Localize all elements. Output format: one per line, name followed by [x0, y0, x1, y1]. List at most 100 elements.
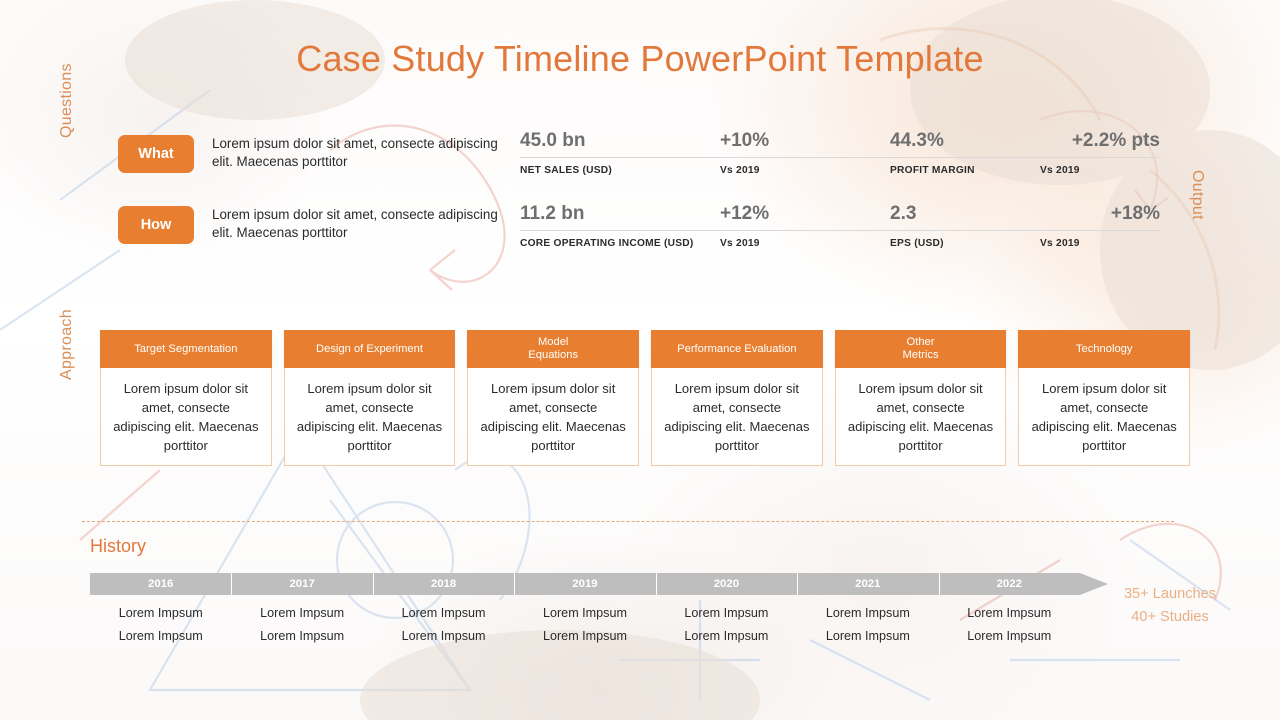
approach-card-body: Lorem ipsum dolor sit amet, consecte adi… — [834, 368, 1007, 466]
approach-card-body: Lorem ipsum dolor sit amet, consecte adi… — [651, 368, 823, 466]
metric-rule — [1040, 157, 1160, 158]
approach-card-header-line1: Other — [906, 336, 935, 348]
timeline-column-2019: Lorem Impsum Lorem Impsum — [514, 602, 655, 648]
timeline-item: Lorem Impsum — [118, 629, 203, 643]
metric-value: +12% — [720, 203, 770, 224]
approach-card-body: Lorem ipsum dolor sit amet, consecte adi… — [467, 368, 640, 466]
approach-card-body: Lorem ipsum dolor sit amet, consecte adi… — [283, 368, 456, 466]
timeline-column-2020: Lorem Impsum Lorem Impsum — [656, 602, 797, 648]
history-timeline-bar: 2016 2017 2018 2019 2020 2021 2022 — [90, 573, 1108, 595]
timeline-item: Lorem Impsum — [967, 629, 1052, 643]
timeline-item: Lorem Impsum — [401, 606, 486, 620]
approach-card-header: Performance Evaluation — [651, 330, 823, 368]
metric-value: 44.3% — [890, 130, 944, 151]
approach-card-design-of-experiment[interactable]: Design of Experiment Lorem ipsum dolor s… — [283, 330, 456, 466]
stat-launches: 35+ Launches — [1123, 586, 1217, 602]
history-timeline-items: Lorem Impsum Lorem Impsum Lorem Impsum L… — [90, 602, 1080, 648]
metric-label: EPS (USD) — [890, 238, 944, 249]
metric-rule — [890, 230, 1040, 231]
timeline-item: Lorem Impsum — [684, 629, 769, 643]
approach-card-body: Lorem ipsum dolor sit amet, consecte adi… — [1018, 368, 1191, 466]
metric-net-sales: 45.0 bn NET SALES (USD) — [520, 130, 720, 177]
metric-rule — [520, 157, 720, 158]
timeline-item: Lorem Impsum — [542, 629, 627, 643]
stat-studies: 40+ Studies — [1131, 609, 1209, 625]
metric-core-operating-income-delta: +12% Vs 2019 — [720, 203, 890, 250]
approach-card-header: Target Segmentation — [100, 330, 272, 368]
timeline-year-2020[interactable]: 2020 — [655, 573, 798, 595]
metric-label: CORE OPERATING INCOME (USD) — [520, 238, 694, 249]
timeline-column-2016: Lorem Impsum Lorem Impsum — [90, 602, 231, 648]
approach-card-header-line1: Performance Evaluation — [677, 342, 797, 355]
timeline-item: Lorem Impsum — [684, 606, 769, 620]
question-pill-what[interactable]: What — [118, 135, 194, 173]
metric-value: +2.2% pts — [1071, 130, 1160, 151]
timeline-year-2019[interactable]: 2019 — [514, 573, 656, 595]
output-metrics: 45.0 bn NET SALES (USD) +10% Vs 2019 44.… — [520, 130, 1160, 276]
metric-label: NET SALES (USD) — [520, 165, 613, 176]
timeline-column-2017: Lorem Impsum Lorem Impsum — [231, 602, 372, 648]
metric-profit-margin: 44.3% PROFIT MARGIN — [890, 130, 1040, 177]
timeline-year-2018[interactable]: 2018 — [372, 573, 515, 595]
metric-eps-delta: +18% Vs 2019 — [1040, 203, 1160, 250]
approach-card-model-equations[interactable]: Model Equations Lorem ipsum dolor sit am… — [467, 330, 640, 466]
approach-card-header: Other Metrics — [834, 330, 1007, 368]
metric-value: 11.2 bn — [520, 203, 585, 224]
metric-label: Vs 2019 — [1040, 238, 1080, 249]
timeline-year-2016[interactable]: 2016 — [90, 573, 232, 595]
history-summary-stats: 35+ Launches 40+ Studies — [1090, 583, 1250, 629]
timeline-year-2022[interactable]: 2022 — [938, 573, 1080, 595]
approach-card-body: Lorem ipsum dolor sit amet, consecte adi… — [100, 368, 272, 466]
section-label-output: Output — [1189, 170, 1206, 220]
history-heading: History — [90, 536, 147, 556]
metric-rule — [1040, 230, 1160, 231]
metric-core-operating-income: 11.2 bn CORE OPERATING INCOME (USD) — [520, 203, 720, 250]
metric-label: Vs 2019 — [720, 165, 760, 176]
timeline-item: Lorem Impsum — [825, 629, 910, 643]
section-label-questions: Questions — [58, 63, 75, 138]
timeline-item: Lorem Impsum — [401, 629, 486, 643]
timeline-years: 2016 2017 2018 2019 2020 2021 2022 — [90, 573, 1080, 595]
question-row-how: How Lorem ipsum dolor sit amet, consecte… — [118, 206, 512, 244]
timeline-item: Lorem Impsum — [825, 606, 910, 620]
timeline-item: Lorem Impsum — [260, 606, 345, 620]
question-text-how: Lorem ipsum dolor sit amet, consecte adi… — [212, 207, 498, 240]
page-title: Case Study Timeline PowerPoint Template — [296, 38, 984, 79]
metric-value: 2.3 — [890, 203, 917, 224]
section-label-approach: Approach — [58, 309, 75, 380]
timeline-column-2018: Lorem Impsum Lorem Impsum — [373, 602, 514, 648]
metric-label: Vs 2019 — [1040, 165, 1080, 176]
timeline-item: Lorem Impsum — [967, 606, 1052, 620]
metric-net-sales-delta: +10% Vs 2019 — [720, 130, 890, 177]
approach-card-technology[interactable]: Technology Lorem ipsum dolor sit amet, c… — [1018, 330, 1191, 466]
metric-value: +10% — [720, 130, 770, 151]
approach-card-header: Design of Experiment — [283, 330, 456, 368]
metric-value: +18% — [1110, 203, 1160, 224]
metrics-row: 45.0 bn NET SALES (USD) +10% Vs 2019 44.… — [520, 130, 1160, 177]
metric-rule — [720, 157, 890, 158]
metric-label: Vs 2019 — [720, 238, 760, 249]
metrics-row: 11.2 bn CORE OPERATING INCOME (USD) +12%… — [520, 203, 1160, 250]
metric-rule — [520, 230, 720, 231]
approach-cards: Target Segmentation Lorem ipsum dolor si… — [100, 330, 1191, 466]
timeline-year-2017[interactable]: 2017 — [231, 573, 373, 595]
timeline-item: Lorem Impsum — [260, 629, 345, 643]
approach-card-other-metrics[interactable]: Other Metrics Lorem ipsum dolor sit amet… — [834, 330, 1007, 466]
timeline-year-2021[interactable]: 2021 — [797, 573, 939, 595]
question-row-what: What Lorem ipsum dolor sit amet, consect… — [118, 135, 512, 173]
question-pill-how[interactable]: How — [118, 206, 194, 244]
timeline-item: Lorem Impsum — [118, 606, 203, 620]
timeline-item: Lorem Impsum — [542, 606, 627, 620]
question-text-what: Lorem ipsum dolor sit amet, consecte adi… — [212, 136, 498, 169]
approach-card-header-line2: Metrics — [902, 349, 939, 361]
section-divider — [82, 521, 1174, 522]
metric-profit-margin-delta: +2.2% pts Vs 2019 — [1040, 130, 1160, 177]
approach-card-header-line1: Target Segmentation — [134, 342, 238, 355]
approach-card-header-line2: Equations — [528, 349, 579, 361]
approach-card-performance-evaluation[interactable]: Performance Evaluation Lorem ipsum dolor… — [651, 330, 823, 466]
metric-value: 45.0 bn — [520, 130, 586, 151]
approach-card-header: Technology — [1018, 330, 1191, 368]
approach-card-target-segmentation[interactable]: Target Segmentation Lorem ipsum dolor si… — [100, 330, 272, 466]
metric-rule — [720, 230, 890, 231]
timeline-column-2021: Lorem Impsum Lorem Impsum — [797, 602, 938, 648]
